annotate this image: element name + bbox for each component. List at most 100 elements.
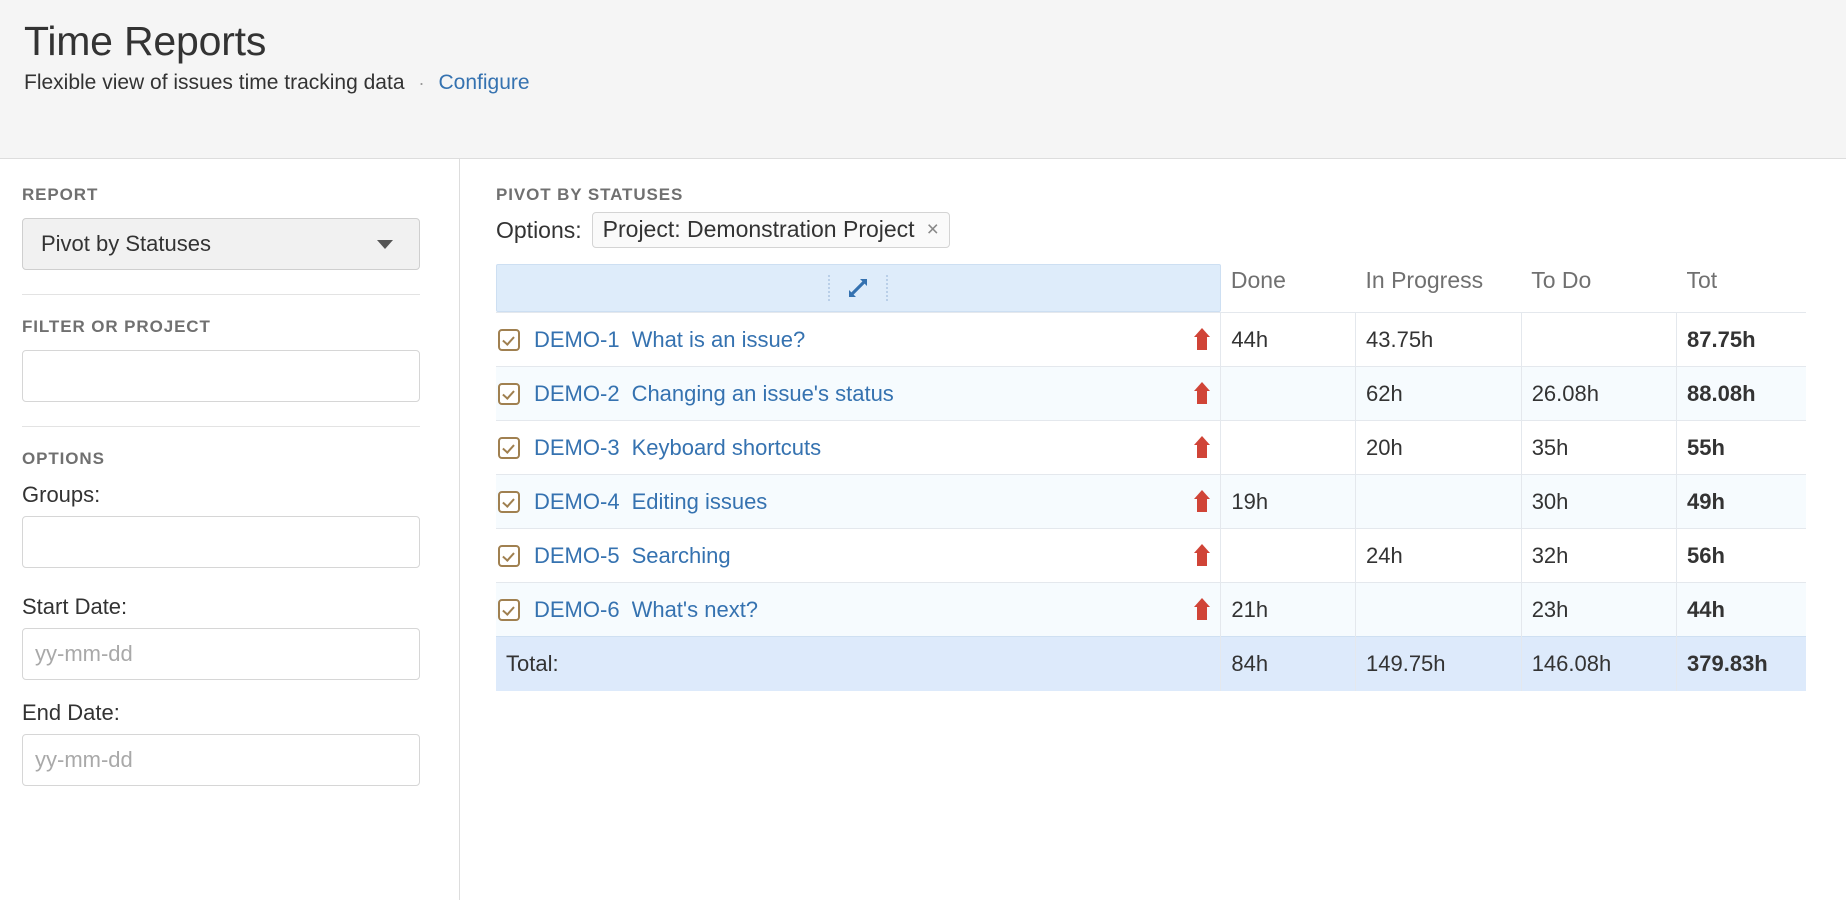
grip-right-icon — [886, 275, 888, 301]
table-row: DEMO-4 Editing issues 19h 30h49h — [496, 475, 1806, 529]
table-row: DEMO-2 Changing an issue's status 62h26.08… — [496, 367, 1806, 421]
sidebar-divider-2 — [22, 426, 420, 427]
table-row: DEMO-6 What's next? 21h 23h44h — [496, 583, 1806, 637]
priority-major-up-arrow-icon — [1194, 544, 1210, 568]
cell-in-progress: 20h — [1356, 421, 1522, 475]
issue-line: DEMO-6 What's next? — [498, 597, 1220, 623]
end-date-label: End Date: — [22, 700, 459, 726]
issue-line: DEMO-4 Editing issues — [498, 489, 1220, 515]
options-section-label: OPTIONS — [22, 449, 459, 469]
issue-key-link[interactable]: DEMO-1 — [534, 327, 620, 353]
cell-done — [1221, 367, 1356, 421]
cell-to-do: 30h — [1521, 475, 1676, 529]
cell-to-do: 35h — [1521, 421, 1676, 475]
cell-to-do — [1521, 313, 1676, 367]
issue-key-link[interactable]: DEMO-3 — [534, 435, 620, 461]
issue-summary-link[interactable]: What is an issue? — [632, 327, 1187, 353]
task-icon — [498, 329, 520, 351]
main-content: PIVOT BY STATUSES Options: Project: Demo… — [460, 159, 1846, 900]
cell-issue: DEMO-2 Changing an issue's status — [496, 367, 1221, 421]
cell-issue: DEMO-4 Editing issues — [496, 475, 1221, 529]
cell-issue: DEMO-6 What's next? — [496, 583, 1221, 637]
close-icon[interactable]: × — [927, 218, 939, 242]
table-total-row: Total:84h149.75h146.08h379.83h — [496, 637, 1806, 691]
column-header-tot[interactable]: Tot — [1677, 262, 1806, 313]
subtitle-separator: · — [419, 73, 425, 94]
issue-summary-link[interactable]: Keyboard shortcuts — [632, 435, 1187, 461]
start-date-input[interactable] — [22, 628, 420, 680]
priority-major-up-arrow-icon — [1194, 436, 1210, 460]
issue-summary-link[interactable]: What's next? — [632, 597, 1187, 623]
column-header-to-do[interactable]: To Do — [1521, 262, 1676, 313]
cell-done: 44h — [1221, 313, 1356, 367]
spacer-groups-startdate — [22, 568, 459, 594]
report-select[interactable]: Pivot by Statuses — [22, 218, 420, 270]
grip-left-icon — [828, 275, 830, 301]
end-date-input[interactable] — [22, 734, 420, 786]
cell-done: 21h — [1221, 583, 1356, 637]
groups-input[interactable] — [22, 516, 420, 568]
cell-issue: DEMO-1 What is an issue? — [496, 313, 1221, 367]
column-header-issue — [496, 262, 1221, 313]
issue-line: DEMO-2 Changing an issue's status — [498, 381, 1220, 407]
cell-tot: 49h — [1677, 475, 1806, 529]
cell-tot: 88.08h — [1677, 367, 1806, 421]
task-icon — [498, 383, 520, 405]
priority-major-up-arrow-icon — [1194, 598, 1210, 622]
page-subtitle: Flexible view of issues time tracking da… — [24, 71, 405, 95]
issue-key-link[interactable]: DEMO-6 — [534, 597, 620, 623]
cell-to-do: 26.08h — [1521, 367, 1676, 421]
issue-key-link[interactable]: DEMO-4 — [534, 489, 620, 515]
report-section-label: REPORT — [22, 185, 459, 205]
options-label: Options: — [496, 217, 582, 244]
task-icon — [498, 545, 520, 567]
pivot-table-body: DEMO-1What is an issue?44h43.75h87.75hDE… — [496, 313, 1806, 691]
page-title: Time Reports — [24, 18, 1846, 65]
cell-tot: 44h — [1677, 583, 1806, 637]
cell-done — [1221, 421, 1356, 475]
issue-summary-link[interactable]: Editing issues — [632, 489, 1187, 515]
task-icon — [498, 437, 520, 459]
cell-to-do: 23h — [1521, 583, 1676, 637]
issue-line: DEMO-5 Searching — [498, 543, 1220, 569]
cell-done — [1221, 529, 1356, 583]
cell-done: 19h — [1221, 475, 1356, 529]
pivot-section-label: PIVOT BY STATUSES — [496, 185, 1846, 205]
column-header-done[interactable]: Done — [1221, 262, 1356, 313]
priority-major-up-arrow-icon — [1194, 490, 1210, 514]
resize-diagonal-icon[interactable] — [496, 264, 1221, 312]
issue-summary-link[interactable]: Changing an issue's status — [632, 381, 1187, 407]
priority-major-up-arrow-icon — [1194, 328, 1210, 352]
issue-line: DEMO-1 What is an issue? — [498, 327, 1220, 353]
filter-section-label: FILTER OR PROJECT — [22, 317, 459, 337]
table-row: DEMO-1What is an issue?44h43.75h87.75h — [496, 313, 1806, 367]
issue-key-link[interactable]: DEMO-2 — [534, 381, 620, 407]
sidebar-divider-1 — [22, 294, 420, 295]
total-cell-done: 84h — [1221, 637, 1356, 691]
cell-in-progress: 62h — [1356, 367, 1522, 421]
cell-to-do: 32h — [1521, 529, 1676, 583]
header-subline: Flexible view of issues time tracking da… — [24, 71, 1846, 95]
body-split: REPORT Pivot by Statuses FILTER OR PROJE… — [0, 159, 1846, 900]
report-select-value: Pivot by Statuses — [41, 231, 377, 257]
issue-key-link[interactable]: DEMO-5 — [534, 543, 620, 569]
task-icon — [498, 491, 520, 513]
option-chip-project[interactable]: Project: Demonstration Project × — [592, 212, 950, 248]
cell-tot: 56h — [1677, 529, 1806, 583]
cell-in-progress — [1356, 475, 1522, 529]
issue-summary-link[interactable]: Searching — [632, 543, 1187, 569]
cell-tot: 55h — [1677, 421, 1806, 475]
filter-or-project-input[interactable] — [22, 350, 420, 402]
cell-issue: DEMO-5 Searching — [496, 529, 1221, 583]
option-chip-label: Project: Demonstration Project — [603, 216, 915, 243]
column-header-in-progress[interactable]: In Progress — [1356, 262, 1522, 313]
sidebar: REPORT Pivot by Statuses FILTER OR PROJE… — [0, 159, 460, 900]
table-row: DEMO-5Searching24h32h56h — [496, 529, 1806, 583]
cell-tot: 87.75h — [1677, 313, 1806, 367]
configure-link[interactable]: Configure — [439, 71, 530, 95]
task-icon — [498, 599, 520, 621]
groups-label: Groups: — [22, 482, 459, 508]
chevron-down-icon — [377, 240, 393, 249]
total-cell-tot: 379.83h — [1677, 637, 1806, 691]
priority-major-up-arrow-icon — [1194, 382, 1210, 406]
